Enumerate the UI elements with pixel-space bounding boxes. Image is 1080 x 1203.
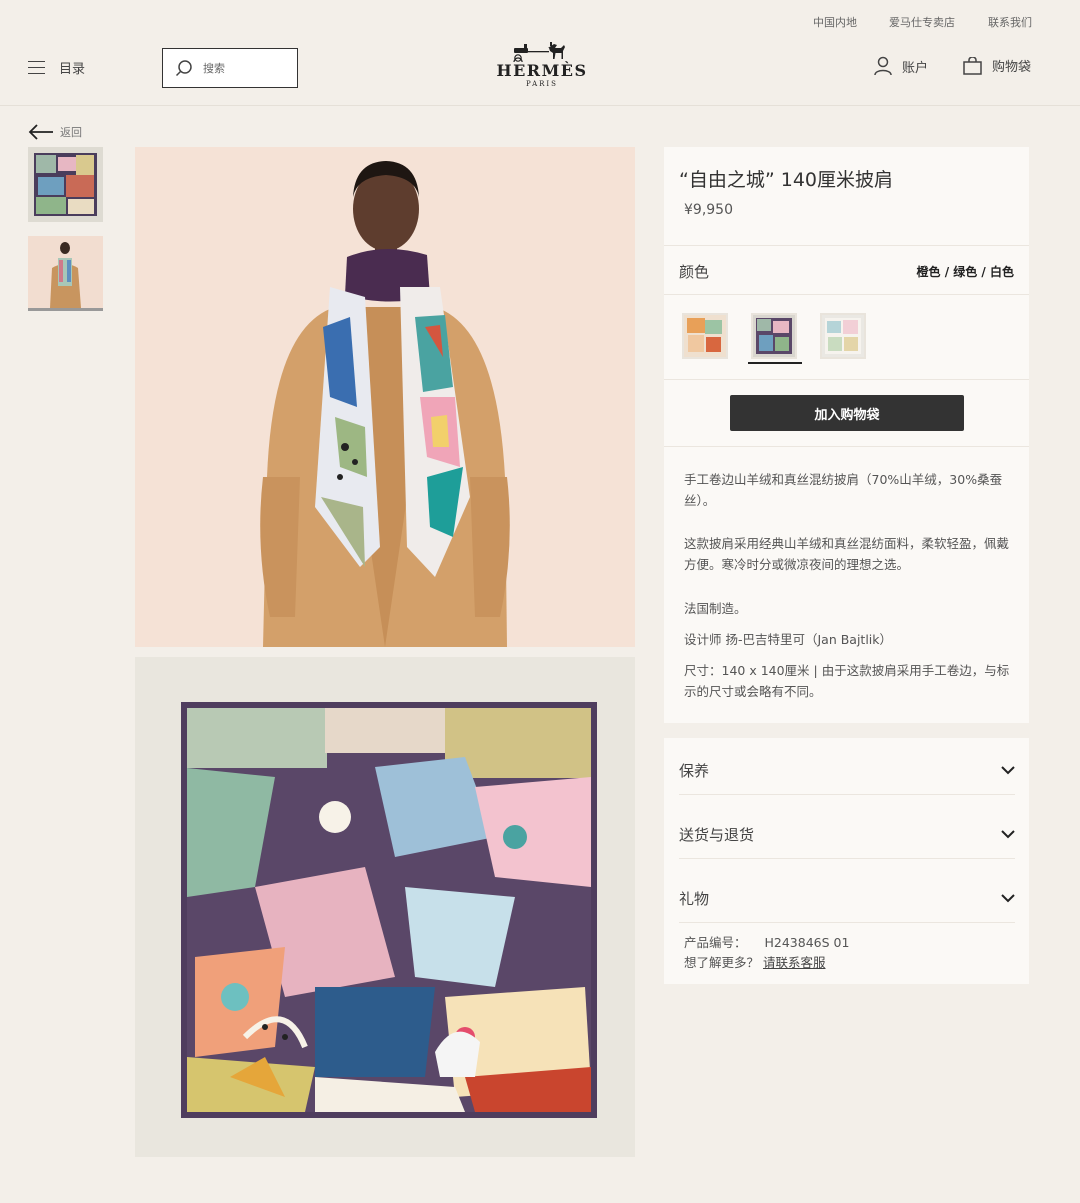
account-label: 账户 (902, 60, 929, 76)
account-button[interactable]: 账户 (874, 56, 928, 76)
header-divider (0, 105, 1080, 106)
divider (664, 294, 1029, 295)
accordion-delivery[interactable]: 送货与退货 (679, 810, 1015, 859)
product-image-scarf[interactable] (135, 657, 635, 1157)
divider (664, 379, 1029, 380)
accordion-gift[interactable]: 礼物 (679, 874, 1015, 923)
thumbnail-scarf-image (34, 153, 97, 216)
search-icon (175, 60, 192, 77)
contact-row: 想了解更多？ 请联系客服 (684, 952, 826, 971)
divider (664, 446, 1029, 447)
color-value: 橙色 / 绿色 / 白色 (916, 265, 1014, 279)
accordion-care-label: 保养 (679, 761, 710, 780)
util-link-stores[interactable]: 爱马仕专卖店 (889, 14, 955, 30)
bag-label: 购物袋 (992, 60, 1032, 75)
thumbnail-model[interactable] (28, 236, 103, 311)
selected-swatch-indicator (748, 362, 802, 364)
product-info-panel: “自由之城” 140厘米披肩 ¥9,950 颜色 橙色 / 绿色 / 白色 加入… (664, 147, 1029, 723)
description-designer: 设计师 扬-巴吉特里可（Jan Bajtlik） (684, 632, 893, 647)
thumbnail-model-image (28, 236, 103, 308)
back-link[interactable]: 返回 (28, 124, 82, 140)
chevron-down-icon (1001, 893, 1015, 902)
product-price: ¥9,950 (684, 202, 733, 218)
accordion-delivery-label: 送货与退货 (679, 825, 755, 844)
swatch-green-image (753, 315, 795, 357)
sku-label: 产品编号： (684, 935, 747, 950)
carriage-logo-icon (513, 42, 565, 62)
swatch-white-image (822, 315, 864, 357)
divider (664, 245, 1029, 246)
description-origin: 法国制造。 (684, 601, 747, 616)
scarf-flat-image (135, 657, 635, 1157)
accordion-care[interactable]: 保养 (679, 746, 1015, 795)
chevron-down-icon (1001, 765, 1015, 774)
back-label: 返回 (60, 126, 82, 139)
description-size: 尺寸：140 x 140厘米 | 由于这款披肩采用手工卷边，与标示的尺寸或会略有… (684, 663, 1010, 699)
color-swatch-white[interactable] (820, 313, 866, 359)
shopping-bag-button[interactable]: 购物袋 (963, 56, 1031, 75)
product-sku: 产品编号： H243846S 01 (684, 932, 849, 951)
add-to-bag-button[interactable]: 加入购物袋 (730, 395, 964, 431)
thumbnail-scarf[interactable] (28, 147, 103, 222)
color-swatch-green[interactable] (751, 313, 797, 359)
more-info-label: 想了解更多？ (684, 955, 760, 970)
util-link-region[interactable]: 中国内地 (813, 14, 857, 30)
description-body: 这款披肩采用经典山羊绒和真丝混纺面料，柔软轻盈，佩戴方便。寒冷时分或微凉夜间的理… (684, 536, 1010, 572)
logo-wordmark: HERMÈS (496, 61, 588, 80)
model-wearing-scarf-image (135, 147, 635, 647)
swatch-orange-image (684, 315, 726, 357)
search-box[interactable] (162, 48, 298, 88)
accordion-gift-label: 礼物 (679, 889, 710, 908)
chevron-down-icon (1001, 829, 1015, 838)
account-icon (874, 56, 892, 76)
logo-subtitle: PARIS (526, 80, 558, 88)
menu-button[interactable]: 目录 (28, 58, 85, 77)
util-link-contact[interactable]: 联系我们 (988, 14, 1032, 30)
description-material: 手工卷边山羊绒和真丝混纺披肩（70%山羊绒，30%桑蚕丝）。 (684, 472, 1003, 508)
product-image-model[interactable] (135, 147, 635, 647)
menu-icon (28, 60, 45, 75)
color-label: 颜色 (679, 263, 710, 281)
brand-logo[interactable]: HERMÈS PARIS (490, 40, 594, 88)
sku-value: H243846S 01 (764, 935, 850, 950)
search-input[interactable] (203, 61, 287, 75)
product-title: “自由之城” 140厘米披肩 (679, 169, 893, 191)
contact-service-link[interactable]: 请联系客服 (763, 955, 826, 970)
back-arrow-icon (28, 124, 53, 140)
menu-label: 目录 (59, 62, 86, 77)
bag-icon (963, 56, 982, 75)
color-swatch-orange[interactable] (682, 313, 728, 359)
product-details-panel: 保养 送货与退货 礼物 产品编号： H243846S 01 想了解更多？ 请联系… (664, 738, 1029, 984)
